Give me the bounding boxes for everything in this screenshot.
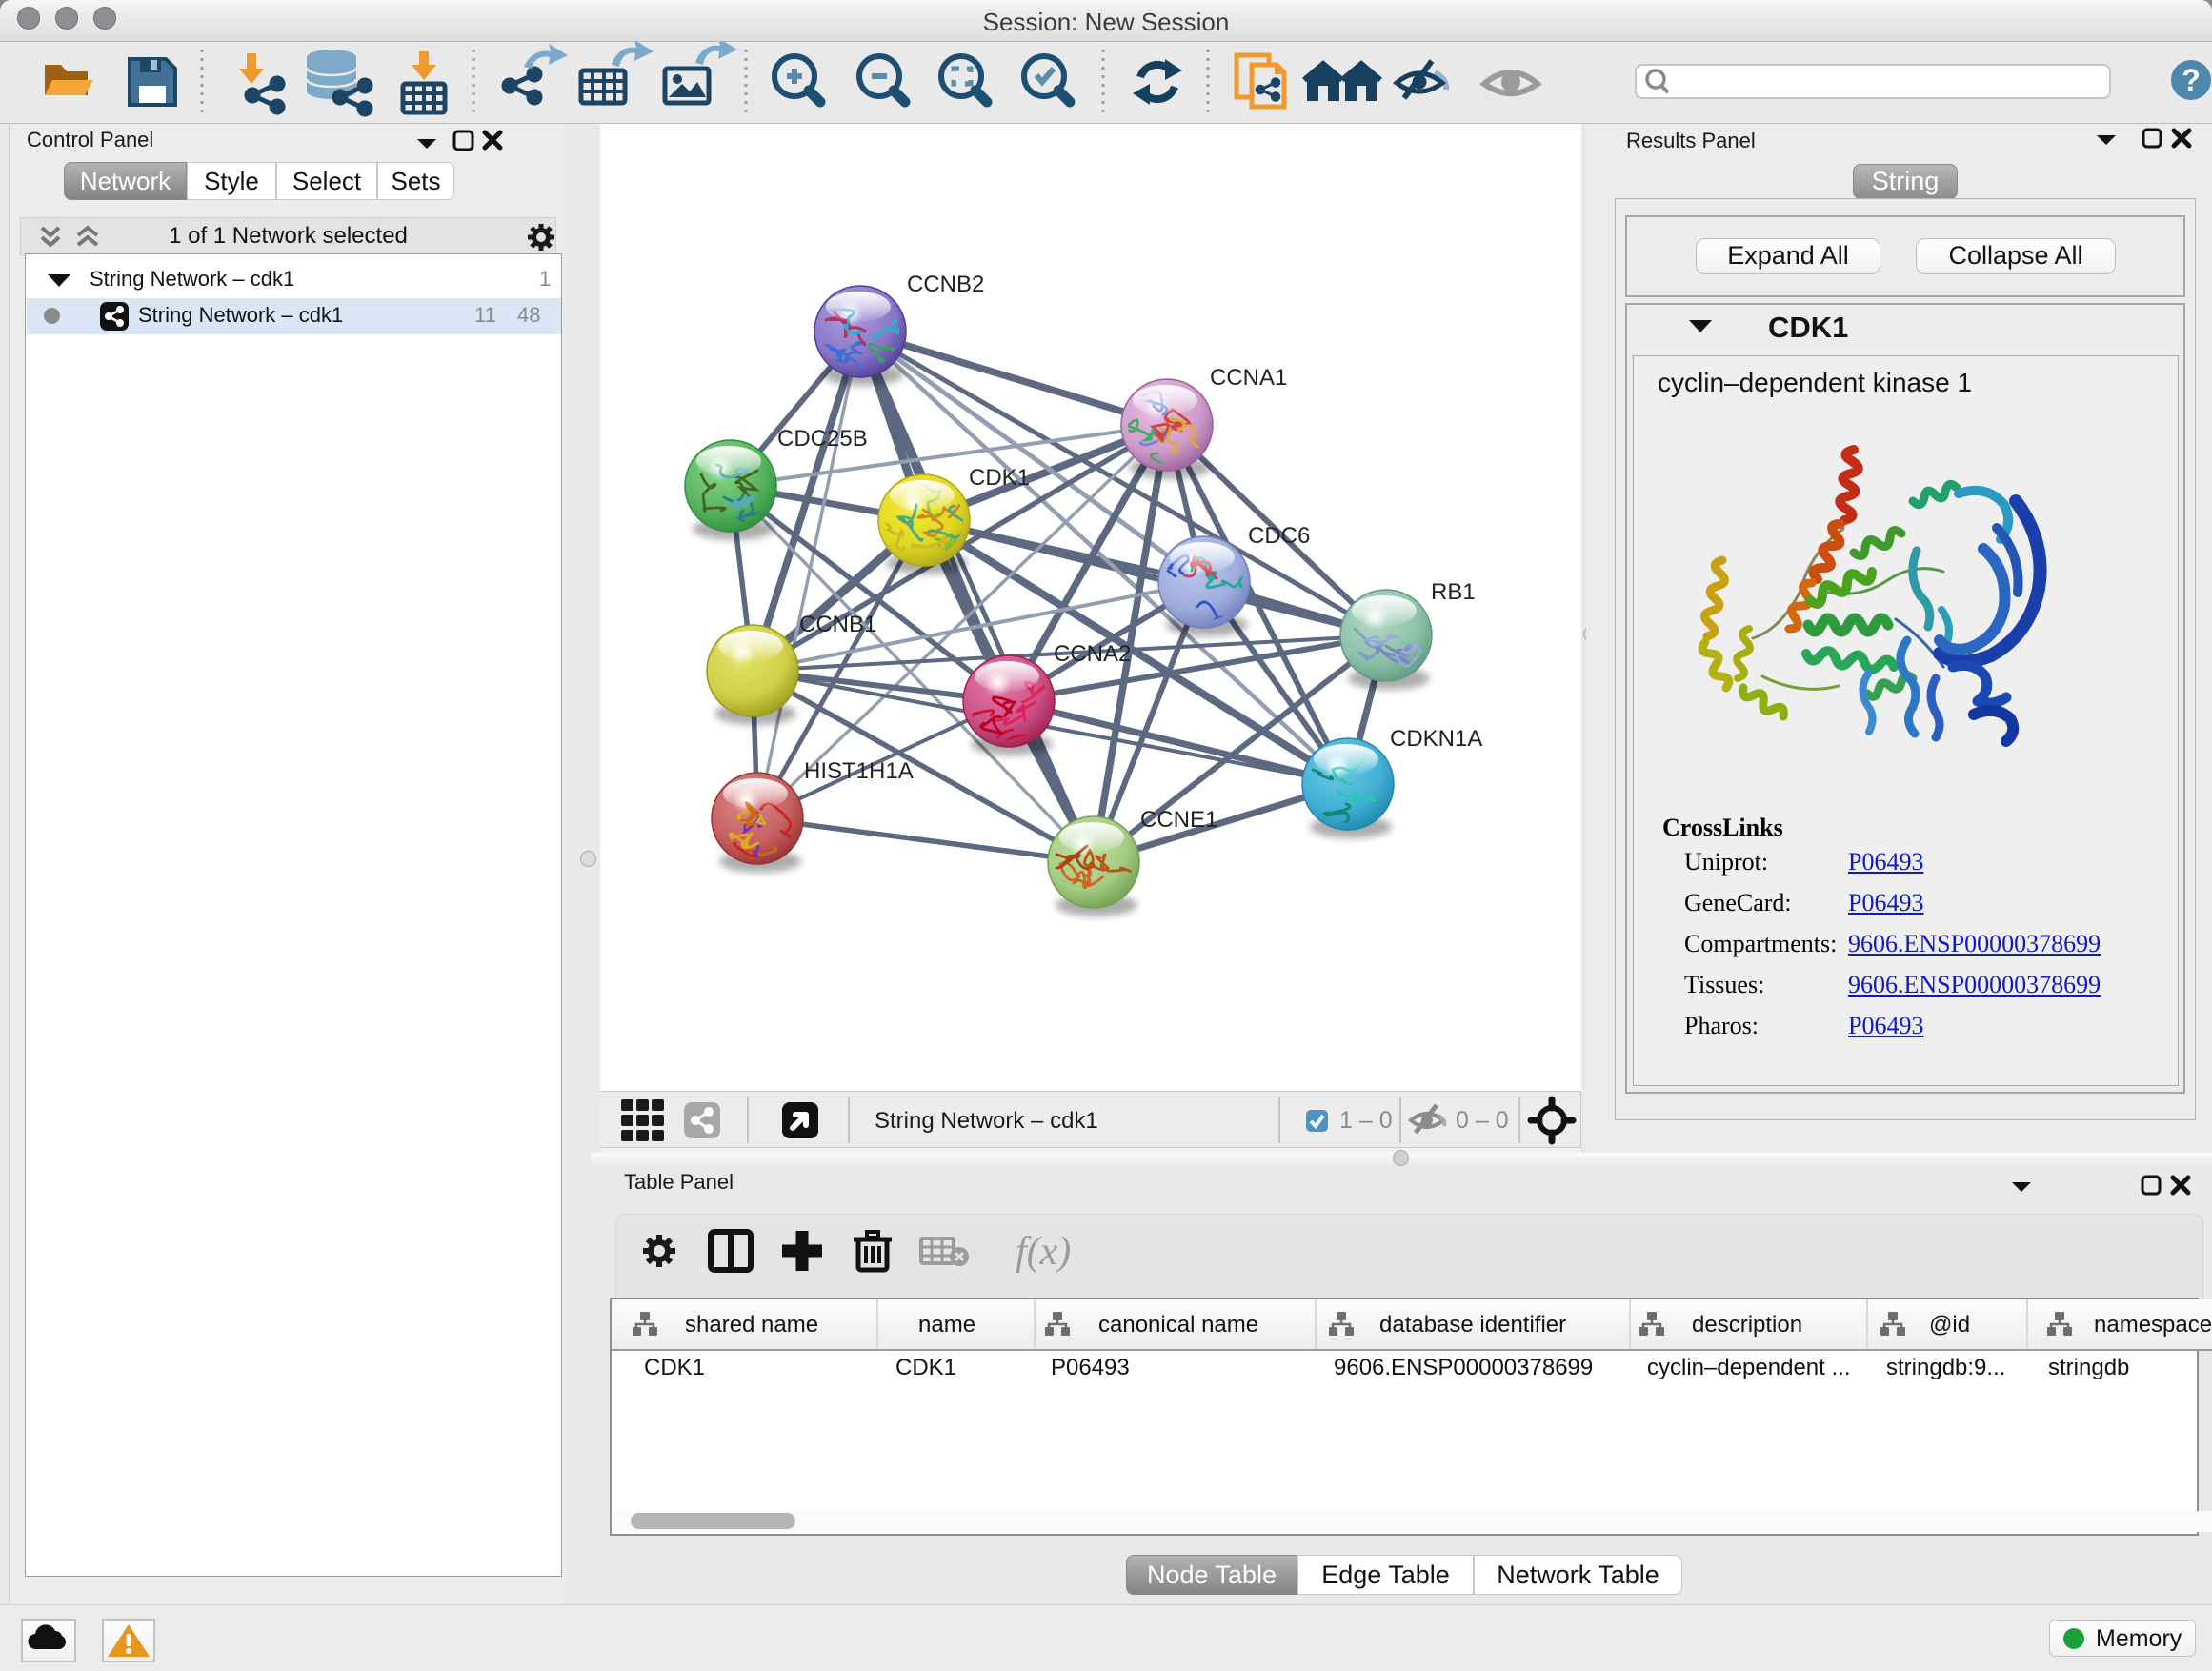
svg-text:database identifier: database identifier: [1379, 1312, 1566, 1338]
svg-text:RB1: RB1: [1431, 579, 1476, 605]
svg-text:1 – 0: 1 – 0: [1339, 1107, 1393, 1134]
svg-text:?: ?: [2182, 63, 2201, 97]
svg-text:canonical name: canonical name: [1098, 1312, 1258, 1338]
svg-text:String Network – cdk1: String Network – cdk1: [875, 1108, 1098, 1134]
svg-text:CCNB1: CCNB1: [799, 612, 876, 637]
svg-text:CCNA1: CCNA1: [1210, 365, 1287, 391]
svg-text:namespace: namespace: [2094, 1312, 2212, 1338]
svg-text:shared name: shared name: [685, 1312, 818, 1338]
svg-text:name: name: [918, 1312, 975, 1338]
svg-text:description: description: [1692, 1312, 1802, 1338]
svg-text:HIST1H1A: HIST1H1A: [804, 758, 914, 784]
svg-text:@id: @id: [1929, 1312, 1970, 1338]
svg-text:CDKN1A: CDKN1A: [1390, 726, 1482, 752]
svg-text:CDC6: CDC6: [1248, 523, 1310, 549]
svg-text:f(x): f(x): [1016, 1230, 1071, 1274]
svg-text:CCNA2: CCNA2: [1054, 641, 1131, 667]
svg-text:CCNE1: CCNE1: [1140, 807, 1217, 833]
svg-text:CDK1: CDK1: [969, 465, 1030, 491]
svg-text:CCNB2: CCNB2: [907, 272, 984, 297]
svg-text:CDC25B: CDC25B: [777, 426, 868, 452]
svg-text:0 – 0: 0 – 0: [1456, 1107, 1509, 1134]
